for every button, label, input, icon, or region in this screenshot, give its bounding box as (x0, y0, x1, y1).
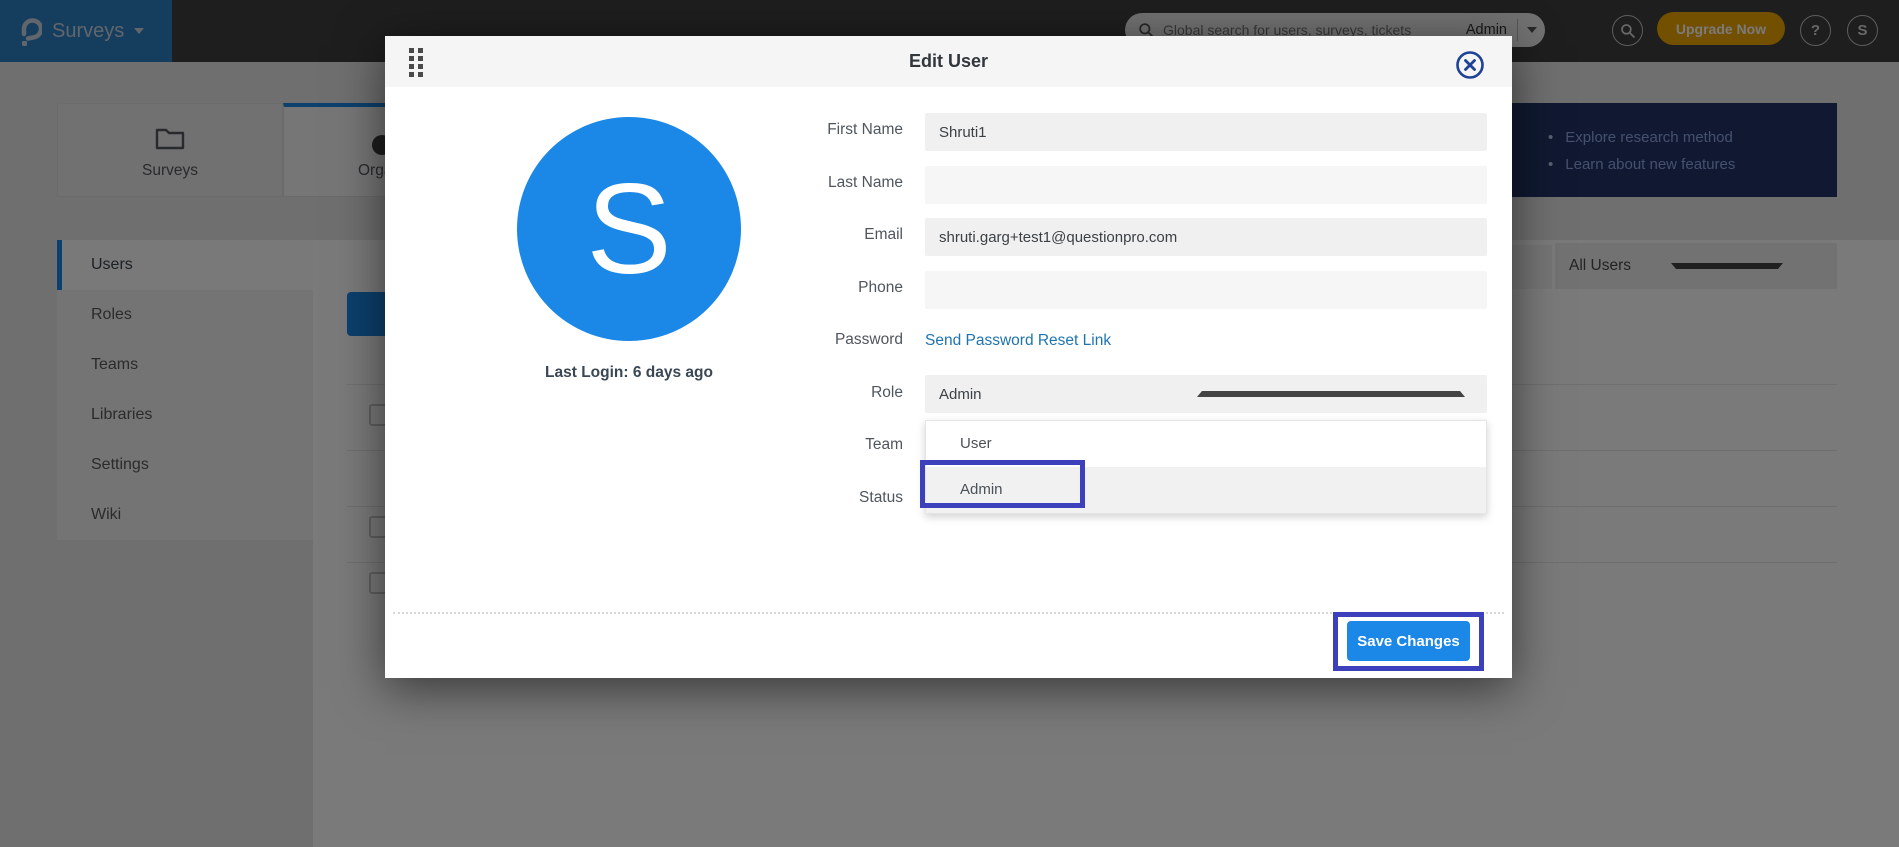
first-name-label: First Name (703, 121, 903, 139)
modal-title: Edit User (385, 36, 1512, 87)
edit-user-modal: Edit User S Last Login: 6 days ago First… (385, 36, 1512, 678)
phone-label: Phone (703, 279, 903, 297)
email-field[interactable] (925, 218, 1487, 256)
close-button[interactable] (1455, 50, 1485, 80)
close-icon (1455, 50, 1485, 80)
role-option-admin[interactable]: Admin (926, 467, 1486, 513)
status-label: Status (703, 489, 903, 507)
chevron-up-icon (1197, 391, 1465, 397)
save-changes-button[interactable]: Save Changes (1347, 621, 1470, 661)
team-label: Team (703, 436, 903, 454)
phone-field[interactable] (925, 271, 1487, 309)
send-password-reset-link[interactable]: Send Password Reset Link (925, 332, 1111, 350)
last-name-field[interactable] (925, 166, 1487, 204)
first-name-field[interactable] (925, 113, 1487, 151)
role-option-user[interactable]: User (926, 421, 1486, 467)
email-label: Email (703, 226, 903, 244)
last-login-text: Last Login: 6 days ago (459, 364, 799, 382)
last-name-label: Last Name (703, 174, 903, 192)
role-label: Role (703, 384, 903, 402)
modal-header: Edit User (385, 36, 1512, 87)
footer-divider (393, 612, 1504, 614)
role-selected-value: Admin (939, 386, 1197, 403)
role-dropdown-menu: User Admin (925, 420, 1487, 514)
role-select[interactable]: Admin (925, 375, 1487, 413)
password-label: Password (703, 331, 903, 349)
